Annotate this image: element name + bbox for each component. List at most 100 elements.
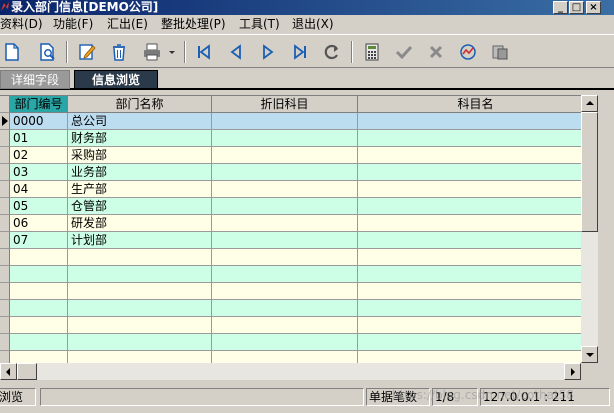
row-indicator[interactable] xyxy=(0,215,10,232)
dept-name-cell[interactable]: 生产部 xyxy=(68,181,212,198)
preview-icon[interactable] xyxy=(37,41,59,63)
dept-name-cell[interactable] xyxy=(68,351,212,363)
cancel-icon[interactable] xyxy=(425,41,447,63)
print-icon[interactable] xyxy=(141,41,163,63)
dept-code-cell[interactable]: 01 xyxy=(10,130,68,147)
depreciation-account-cell[interactable] xyxy=(212,283,358,300)
dept-code-cell[interactable] xyxy=(10,283,68,300)
dept-code-cell[interactable] xyxy=(10,351,68,363)
dept-name-cell[interactable] xyxy=(68,283,212,300)
scroll-down-button[interactable] xyxy=(581,346,598,363)
depreciation-account-cell[interactable] xyxy=(212,266,358,283)
dept-code-cell[interactable] xyxy=(10,317,68,334)
depreciation-account-cell[interactable] xyxy=(212,113,358,130)
account-name-cell[interactable] xyxy=(358,283,598,300)
first-icon[interactable] xyxy=(193,41,215,63)
empty-table-row[interactable] xyxy=(0,249,598,266)
table-row[interactable]: 05 仓管部 xyxy=(0,198,598,215)
account-name-cell[interactable] xyxy=(358,198,598,215)
menu-function[interactable]: 功能(F) xyxy=(53,15,93,34)
row-indicator[interactable] xyxy=(0,181,10,198)
depreciation-account-cell[interactable] xyxy=(212,300,358,317)
check-icon[interactable] xyxy=(393,41,415,63)
row-indicator[interactable] xyxy=(0,249,10,266)
dept-code-cell[interactable]: 03 xyxy=(10,164,68,181)
depreciation-account-cell[interactable] xyxy=(212,232,358,249)
table-row[interactable]: 01 财务部 xyxy=(0,130,598,147)
row-indicator[interactable] xyxy=(0,351,10,363)
row-indicator[interactable] xyxy=(0,283,10,300)
depreciation-account-cell[interactable] xyxy=(212,181,358,198)
account-name-cell[interactable] xyxy=(358,164,598,181)
dept-name-cell[interactable]: 总公司 xyxy=(68,113,212,130)
dept-code-cell[interactable]: 0000 xyxy=(10,113,68,130)
last-icon[interactable] xyxy=(289,41,311,63)
dept-name-cell[interactable] xyxy=(68,317,212,334)
vertical-scrollbar[interactable] xyxy=(581,95,598,363)
depreciation-account-cell[interactable] xyxy=(212,334,358,351)
row-indicator[interactable] xyxy=(0,334,10,351)
edit-icon[interactable] xyxy=(76,41,98,63)
dept-code-cell[interactable]: 05 xyxy=(10,198,68,215)
dept-name-cell[interactable]: 财务部 xyxy=(68,130,212,147)
account-name-cell[interactable] xyxy=(358,351,598,363)
dept-code-cell[interactable] xyxy=(10,266,68,283)
depreciation-account-cell[interactable] xyxy=(212,164,358,181)
tab-detail-fields[interactable]: 详细字段 xyxy=(0,70,70,89)
row-indicator[interactable] xyxy=(0,164,10,181)
account-name-cell[interactable] xyxy=(358,249,598,266)
depreciation-account-cell[interactable] xyxy=(212,130,358,147)
table-row[interactable]: 0000 总公司 xyxy=(0,113,598,130)
table-row[interactable]: 04 生产部 xyxy=(0,181,598,198)
row-indicator[interactable] xyxy=(0,300,10,317)
depreciation-account-cell[interactable] xyxy=(212,351,358,363)
row-indicator[interactable] xyxy=(0,266,10,283)
account-name-cell[interactable] xyxy=(358,181,598,198)
row-indicator[interactable] xyxy=(0,317,10,334)
column-header-dept-code[interactable]: 部门编号 xyxy=(10,96,68,113)
dept-name-cell[interactable]: 业务部 xyxy=(68,164,212,181)
dept-code-cell[interactable]: 04 xyxy=(10,181,68,198)
column-header-dept-name[interactable]: 部门名称 xyxy=(68,96,212,113)
row-indicator[interactable] xyxy=(0,113,10,130)
account-name-cell[interactable] xyxy=(358,215,598,232)
row-indicator[interactable] xyxy=(0,232,10,249)
depreciation-account-cell[interactable] xyxy=(212,198,358,215)
horizontal-scrollbar[interactable] xyxy=(0,363,581,380)
dept-name-cell[interactable]: 采购部 xyxy=(68,147,212,164)
row-indicator[interactable] xyxy=(0,198,10,215)
account-name-cell[interactable] xyxy=(358,130,598,147)
menu-tools[interactable]: 工具(T) xyxy=(239,15,280,34)
maximize-button[interactable]: □ xyxy=(569,1,584,14)
calculator-icon[interactable] xyxy=(361,41,383,63)
dept-code-cell[interactable] xyxy=(10,300,68,317)
department-grid[interactable]: 部门编号 部门名称 折旧科目 科目名 0000 总公司 01 财务部 02 采购部 03 业务… xyxy=(0,95,598,363)
depreciation-account-cell[interactable] xyxy=(212,249,358,266)
close-button[interactable]: × xyxy=(586,1,601,14)
dept-name-cell[interactable] xyxy=(68,300,212,317)
tab-info-browse[interactable]: 信息浏览 xyxy=(74,70,158,89)
empty-table-row[interactable] xyxy=(0,266,598,283)
column-header-depreciation-account[interactable]: 折旧科目 xyxy=(212,96,358,113)
empty-table-row[interactable] xyxy=(0,334,598,351)
account-name-cell[interactable] xyxy=(358,113,598,130)
scroll-right-button[interactable] xyxy=(564,363,581,380)
table-row[interactable]: 02 采购部 xyxy=(0,147,598,164)
account-name-cell[interactable] xyxy=(358,266,598,283)
horizontal-scroll-thumb[interactable] xyxy=(17,363,37,380)
depreciation-account-cell[interactable] xyxy=(212,147,358,164)
dept-name-cell[interactable]: 研发部 xyxy=(68,215,212,232)
menu-data[interactable]: 资料(D) xyxy=(0,15,43,34)
refresh-icon[interactable] xyxy=(321,41,343,63)
row-indicator[interactable] xyxy=(0,130,10,147)
new-icon[interactable] xyxy=(1,41,23,63)
table-row[interactable]: 03 业务部 xyxy=(0,164,598,181)
minimize-button[interactable]: _ xyxy=(553,1,568,14)
menu-batch[interactable]: 整批处理(P) xyxy=(161,15,226,34)
dept-name-cell[interactable] xyxy=(68,334,212,351)
dept-name-cell[interactable] xyxy=(68,266,212,283)
menu-export[interactable]: 汇出(E) xyxy=(107,15,148,34)
account-name-cell[interactable] xyxy=(358,317,598,334)
column-header-account-name[interactable]: 科目名 xyxy=(358,96,598,113)
prev-icon[interactable] xyxy=(225,41,247,63)
